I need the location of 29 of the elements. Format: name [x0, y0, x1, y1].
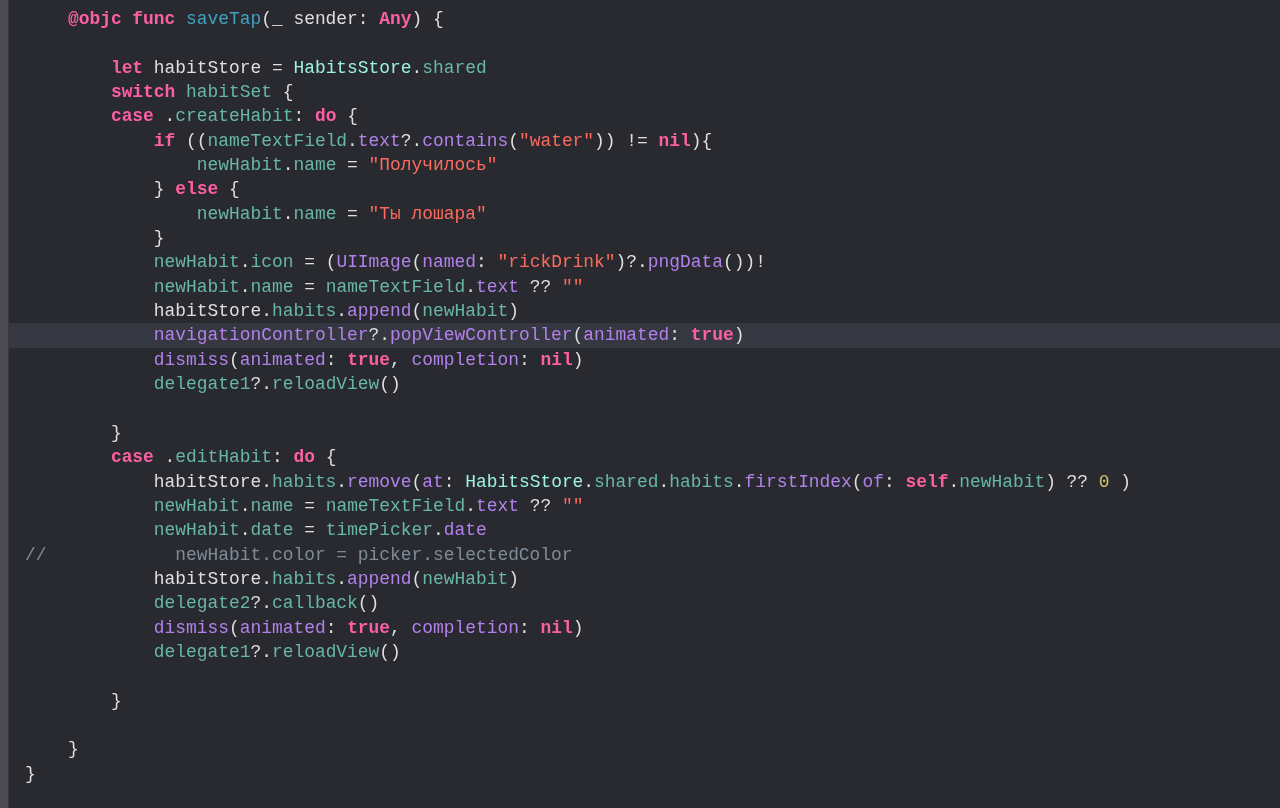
- code-line: newHabit.icon = (UIImage(named: "rickDrink")?.pngData())!: [152, 252, 766, 273]
- code-line: habitStore.habits.append(newHabit): [152, 568, 519, 589]
- code-line: }: [66, 739, 79, 760]
- code-line: newHabit.name = "Получилось": [195, 155, 498, 176]
- code-line: }: [109, 690, 122, 711]
- code-line: navigationController?.popViewController(animated: true): [152, 325, 745, 346]
- fold-ribbon[interactable]: [0, 0, 9, 808]
- code-line: }: [152, 228, 165, 249]
- code-line: let habitStore = HabitsStore.shared: [109, 57, 487, 78]
- code-line: delegate2?.callback(): [152, 593, 380, 614]
- code-line: newHabit.name = "Ты лошара": [195, 203, 487, 224]
- code-line: } else {: [152, 179, 240, 200]
- code-line: dismiss(animated: true, completion: nil): [152, 349, 584, 370]
- code-line: delegate1?.reloadView(): [152, 374, 401, 395]
- code-line: newHabit.name = nameTextField.text ?? "": [152, 495, 584, 516]
- code-line: delegate1?.reloadView(): [152, 641, 401, 662]
- code-line: }: [109, 422, 122, 443]
- code-line: case .createHabit: do {: [109, 106, 358, 127]
- code-line: if ((nameTextField.text?.contains("water")) != nil){: [152, 130, 713, 151]
- code-line: habitStore.habits.remove(at: HabitsStore.shared.habits.firstIndex(of: self.newHabit) ?? 0 ): [152, 471, 1132, 492]
- code-line: // newHabit.color = picker.selectedColor: [25, 544, 573, 565]
- code-line: @objc func saveTap(_ sender: Any) {: [66, 9, 444, 29]
- code-line: newHabit.date = timePicker.date: [152, 520, 487, 541]
- code-line: }: [25, 763, 36, 784]
- code-line: case .editHabit: do {: [109, 447, 337, 468]
- code-line: switch habitSet {: [109, 82, 294, 103]
- code-line: newHabit.name = nameTextField.text ?? "": [152, 276, 584, 297]
- code-line: habitStore.habits.append(newHabit): [152, 301, 519, 322]
- code-line: dismiss(animated: true, completion: nil): [152, 617, 584, 638]
